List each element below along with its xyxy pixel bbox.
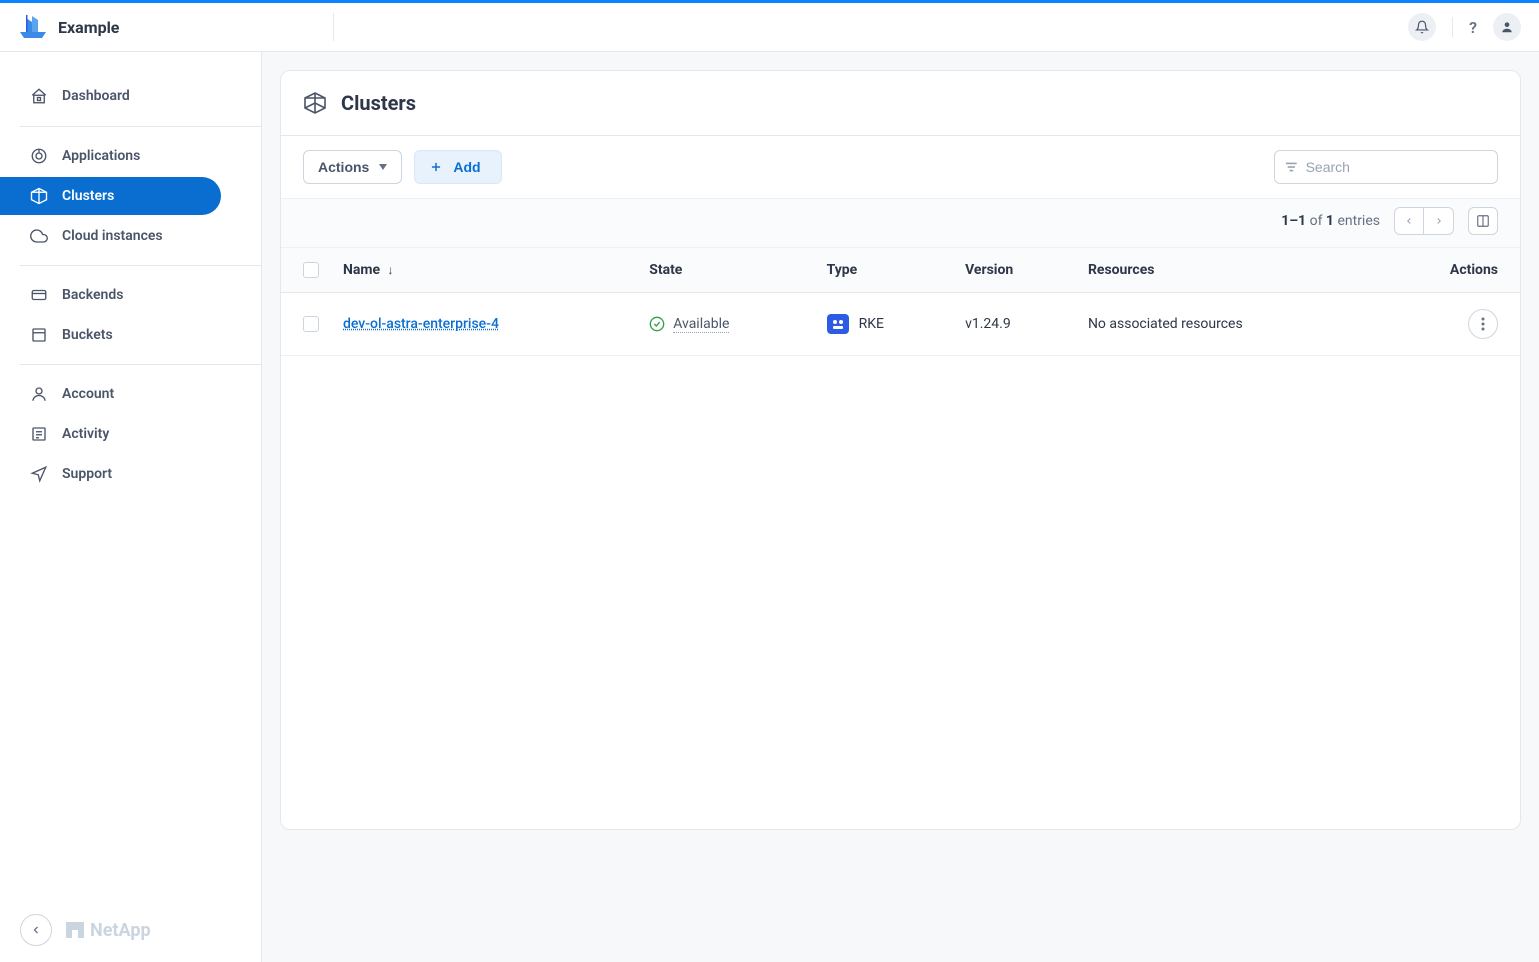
caret-down-icon bbox=[379, 164, 387, 170]
column-actions: Actions bbox=[1380, 248, 1520, 293]
table-row: dev-ol-astra-enterprise-4 Available bbox=[281, 293, 1520, 356]
page-title: Clusters bbox=[341, 91, 416, 115]
sidebar-label: Support bbox=[62, 466, 112, 482]
support-icon bbox=[30, 465, 48, 483]
add-button[interactable]: Add bbox=[414, 150, 501, 184]
user-icon bbox=[1500, 20, 1514, 34]
column-version[interactable]: Version bbox=[953, 248, 1076, 293]
chevron-left-icon bbox=[1404, 216, 1414, 226]
actions-dropdown[interactable]: Actions bbox=[303, 150, 402, 184]
cloud-icon bbox=[30, 227, 48, 245]
nav-separator bbox=[20, 265, 261, 266]
pagination-of: of bbox=[1310, 213, 1323, 229]
sidebar-item-activity[interactable]: Activity bbox=[0, 415, 261, 453]
sidebar-item-support[interactable]: Support bbox=[0, 455, 261, 493]
backends-icon bbox=[30, 286, 48, 304]
dashboard-icon bbox=[30, 87, 48, 105]
sidebar-label: Activity bbox=[62, 426, 109, 442]
sidebar-label: Cloud instances bbox=[62, 228, 163, 244]
sidebar-item-account[interactable]: Account bbox=[0, 375, 261, 413]
top-header: Example ? bbox=[0, 3, 1539, 52]
applications-icon bbox=[30, 147, 48, 165]
column-resources[interactable]: Resources bbox=[1076, 248, 1380, 293]
pagination-range: 1–1 bbox=[1281, 213, 1306, 229]
help-button[interactable]: ? bbox=[1469, 18, 1477, 37]
prev-page-button[interactable] bbox=[1394, 207, 1424, 235]
collapse-sidebar-button[interactable] bbox=[20, 914, 52, 946]
column-name[interactable]: Name ↓ bbox=[331, 248, 637, 293]
sidebar-label: Account bbox=[62, 386, 114, 402]
select-all-checkbox[interactable] bbox=[303, 262, 319, 278]
pagination-summary: 1–1 of 1 entries bbox=[1281, 213, 1380, 229]
state-text: Available bbox=[673, 316, 729, 333]
type-text: RKE bbox=[859, 316, 884, 332]
sidebar-item-backends[interactable]: Backends bbox=[0, 276, 261, 314]
sidebar-label: Clusters bbox=[62, 188, 114, 204]
activity-icon bbox=[30, 425, 48, 443]
ship-logo-icon bbox=[18, 14, 48, 40]
user-avatar[interactable] bbox=[1493, 13, 1521, 41]
row-checkbox[interactable] bbox=[303, 316, 319, 332]
sidebar-label: Backends bbox=[62, 287, 123, 303]
sidebar-item-applications[interactable]: Applications bbox=[0, 137, 261, 175]
row-actions-button[interactable] bbox=[1468, 309, 1498, 339]
chevron-left-icon bbox=[30, 924, 42, 936]
brand-title: Example bbox=[58, 18, 119, 37]
filter-icon bbox=[1285, 161, 1298, 173]
clusters-card: Clusters Actions Add bbox=[280, 70, 1521, 830]
main-content: Clusters Actions Add bbox=[262, 52, 1539, 962]
brand-logo[interactable]: Example bbox=[18, 14, 119, 40]
netapp-text: NetApp bbox=[90, 920, 151, 941]
sort-down-icon: ↓ bbox=[388, 263, 394, 277]
check-circle-icon bbox=[649, 316, 665, 332]
nav-separator bbox=[20, 126, 261, 127]
more-vertical-icon bbox=[1481, 317, 1485, 331]
cluster-name-link[interactable]: dev-ol-astra-enterprise-4 bbox=[343, 316, 499, 332]
version-text: v1.24.9 bbox=[965, 316, 1011, 332]
header-divider bbox=[1452, 17, 1453, 37]
rke-type-icon bbox=[827, 314, 849, 334]
clusters-icon bbox=[30, 187, 48, 205]
sidebar-label: Applications bbox=[62, 148, 140, 164]
sidebar-item-buckets[interactable]: Buckets bbox=[0, 316, 261, 354]
netapp-logo-icon bbox=[66, 922, 84, 938]
header-separator bbox=[333, 13, 334, 41]
next-page-button[interactable] bbox=[1424, 207, 1454, 235]
plus-icon bbox=[429, 160, 443, 174]
bell-icon bbox=[1415, 20, 1429, 34]
sidebar-label: Dashboard bbox=[62, 88, 130, 104]
column-toggle-button[interactable] bbox=[1468, 207, 1498, 235]
sidebar-item-dashboard[interactable]: Dashboard bbox=[0, 76, 261, 116]
pagination-total: 1 bbox=[1326, 213, 1334, 229]
sidebar-item-cloud-instances[interactable]: Cloud instances bbox=[0, 217, 261, 255]
notifications-button[interactable] bbox=[1408, 13, 1436, 41]
buckets-icon bbox=[30, 326, 48, 344]
clusters-table: Name ↓ State Type Version Resources Acti… bbox=[281, 247, 1520, 356]
chevron-right-icon bbox=[1434, 216, 1444, 226]
netapp-brand: NetApp bbox=[66, 920, 151, 941]
sidebar-item-clusters[interactable]: Clusters bbox=[0, 177, 221, 215]
clusters-header-icon bbox=[303, 91, 327, 115]
resources-text: No associated resources bbox=[1088, 316, 1243, 332]
search-box[interactable] bbox=[1274, 150, 1498, 184]
nav-separator bbox=[20, 364, 261, 365]
search-input[interactable] bbox=[1306, 159, 1487, 175]
pagination-entries: entries bbox=[1337, 213, 1380, 229]
add-label: Add bbox=[453, 159, 480, 175]
sidebar: Dashboard Applications Clusters bbox=[0, 52, 262, 962]
column-type[interactable]: Type bbox=[815, 248, 954, 293]
column-state[interactable]: State bbox=[637, 248, 814, 293]
actions-label: Actions bbox=[318, 159, 369, 175]
account-icon bbox=[30, 385, 48, 403]
sidebar-label: Buckets bbox=[62, 327, 113, 343]
columns-icon bbox=[1476, 214, 1490, 228]
